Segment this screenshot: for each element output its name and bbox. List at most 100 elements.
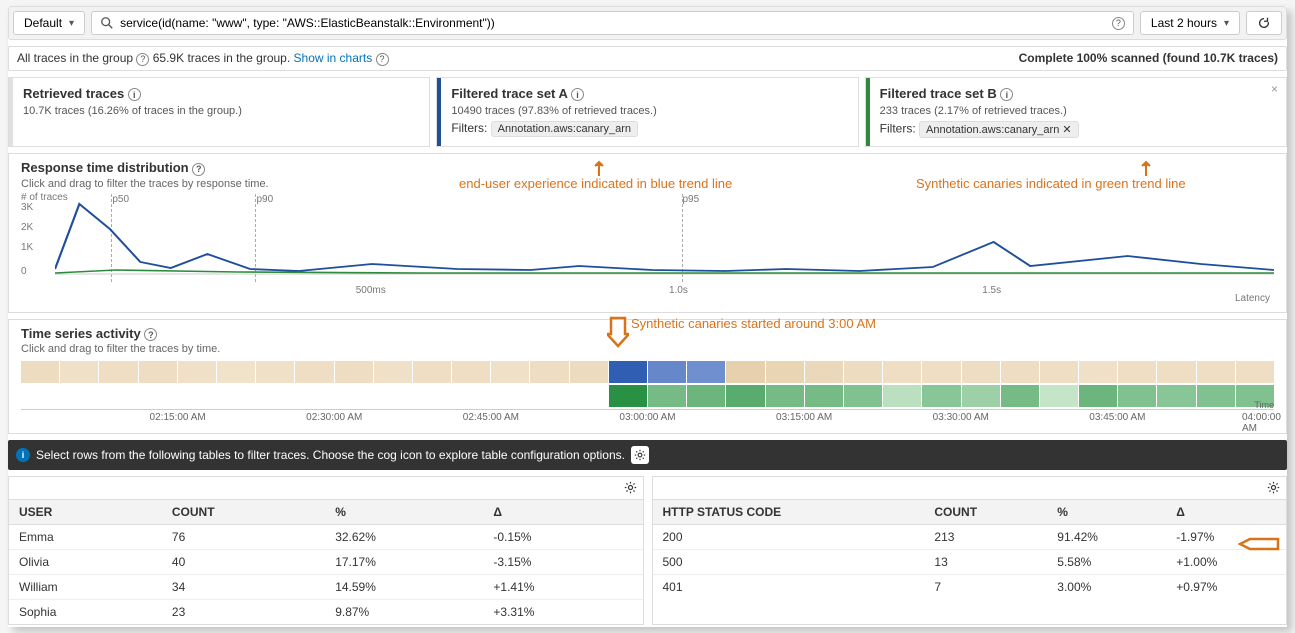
gear-icon[interactable]: [1267, 481, 1280, 497]
card-sub: 10.7K traces (16.26% of traces in the gr…: [23, 105, 419, 117]
col-delta[interactable]: Δ: [483, 500, 642, 525]
table-row[interactable]: Emma7632.62%-0.15%: [9, 525, 643, 550]
query-input[interactable]: [120, 16, 1106, 30]
heatmap-cell: [726, 385, 764, 407]
heatmap-cell: [335, 361, 373, 383]
col-count[interactable]: COUNT: [924, 500, 1047, 525]
panel-hint: Click and drag to filter the traces by r…: [21, 178, 1274, 190]
heatmap-cell: [1001, 385, 1039, 407]
info-icon[interactable]: i: [571, 88, 584, 101]
heatmap-cell: [1079, 361, 1117, 383]
heatmap-cell: [726, 361, 764, 383]
col-count[interactable]: COUNT: [162, 500, 325, 525]
query-box[interactable]: ?: [91, 11, 1134, 35]
card-retrieved[interactable]: Retrieved traces i 10.7K traces (16.26% …: [8, 77, 430, 148]
table-row[interactable]: 500135.58%+1.00%: [653, 550, 1287, 575]
time-range-dropdown[interactable]: Last 2 hours: [1140, 11, 1240, 35]
gear-icon[interactable]: [624, 481, 637, 497]
col-pct[interactable]: %: [325, 500, 483, 525]
heatmap-cell: [1197, 385, 1235, 407]
help-icon[interactable]: ?: [376, 53, 389, 66]
summary-strip: All traces in the group ? 65.9K traces i…: [8, 46, 1287, 71]
heatmap-cell: [1157, 385, 1195, 407]
user-table[interactable]: USER COUNT % Δ Emma7632.62%-0.15%Olivia4…: [9, 499, 643, 624]
heatmap-cell: [295, 361, 333, 383]
heatmap-cell: [256, 385, 294, 407]
info-icon[interactable]: i: [1000, 88, 1013, 101]
refresh-button[interactable]: [1246, 11, 1282, 35]
card-set-b[interactable]: × Filtered trace set B i 233 traces (2.1…: [865, 77, 1287, 148]
scope-dropdown[interactable]: Default: [13, 11, 85, 35]
heatmap-cell: [413, 361, 451, 383]
heatmap-cell: [1118, 385, 1156, 407]
col-pct[interactable]: %: [1047, 500, 1166, 525]
distribution-chart[interactable]: # of traces 3K 2K 1K 0 p50 p90 p95 500ms…: [21, 194, 1274, 304]
time-series-panel: Time series activity ? Click and drag to…: [8, 319, 1287, 435]
filters-label: Filters:: [880, 122, 916, 136]
remove-chip-icon[interactable]: ✕: [1062, 123, 1071, 136]
time-series-heatmap[interactable]: 02:15:00 AM 02:30:00 AM 02:45:00 AM 03:0…: [21, 361, 1274, 425]
ts-row-set-a: [21, 361, 1274, 383]
card-set-a[interactable]: Filtered trace set A i 10490 traces (97.…: [436, 77, 858, 148]
heatmap-cell: [609, 385, 647, 407]
heatmap-cell: [99, 385, 137, 407]
heatmap-cell: [60, 361, 98, 383]
scan-status: Complete 100% scanned (found 10.7K trace…: [1019, 51, 1278, 65]
heatmap-cell: [374, 385, 412, 407]
table-info-bar: i Select rows from the following tables …: [8, 440, 1287, 470]
table-row[interactable]: 40173.00%+0.97%: [653, 575, 1287, 600]
heatmap-cell: [491, 361, 529, 383]
heatmap-cell: [962, 385, 1000, 407]
heatmap-cell: [530, 361, 568, 383]
heatmap-cell: [883, 385, 921, 407]
heatmap-cell: [256, 361, 294, 383]
heatmap-cell: [139, 361, 177, 383]
col-code[interactable]: HTTP STATUS CODE: [653, 500, 925, 525]
heatmap-cell: [922, 361, 960, 383]
heatmap-cell: [374, 361, 412, 383]
card-title: Filtered trace set B: [880, 86, 997, 101]
ts-row-set-b: [21, 385, 1274, 407]
heatmap-cell: [570, 385, 608, 407]
card-accent: [437, 78, 441, 147]
help-icon[interactable]: ?: [144, 328, 157, 341]
status-table[interactable]: HTTP STATUS CODE COUNT % Δ 20021391.42%-…: [653, 499, 1287, 599]
filter-chip[interactable]: Annotation.aws:canary_arn: [491, 121, 638, 137]
scope-label: Default: [24, 16, 62, 30]
heatmap-cell: [883, 361, 921, 383]
heatmap-cell: [962, 361, 1000, 383]
heatmap-cell: [178, 361, 216, 383]
heatmap-cell: [687, 385, 725, 407]
card-accent: [9, 78, 13, 147]
info-icon[interactable]: i: [128, 88, 141, 101]
table-row[interactable]: Sophia239.87%+3.31%: [9, 600, 643, 625]
table-row[interactable]: William3414.59%+1.41%: [9, 575, 643, 600]
card-accent: [866, 78, 870, 147]
col-delta[interactable]: Δ: [1166, 500, 1286, 525]
card-sub: 10490 traces (97.83% of retrieved traces…: [451, 105, 847, 117]
heatmap-cell: [1197, 361, 1235, 383]
heatmap-cell: [21, 385, 59, 407]
distribution-svg: [55, 194, 1274, 284]
heatmap-cell: [922, 385, 960, 407]
heatmap-cell: [1079, 385, 1117, 407]
gear-icon[interactable]: [631, 446, 649, 464]
trace-set-cards: Retrieved traces i 10.7K traces (16.26% …: [8, 77, 1287, 148]
help-icon[interactable]: ?: [136, 53, 149, 66]
ts-axis: 02:15:00 AM 02:30:00 AM 02:45:00 AM 03:0…: [21, 409, 1274, 425]
heatmap-cell: [1118, 361, 1156, 383]
close-icon[interactable]: ×: [1271, 82, 1278, 96]
card-title: Retrieved traces: [23, 86, 124, 101]
table-row[interactable]: Olivia4017.17%-3.15%: [9, 550, 643, 575]
help-icon[interactable]: ?: [1112, 17, 1125, 30]
heatmap-cell: [805, 361, 843, 383]
heatmap-cell: [844, 361, 882, 383]
help-icon[interactable]: ?: [192, 163, 205, 176]
show-in-charts-link[interactable]: Show in charts: [294, 51, 373, 65]
col-user[interactable]: USER: [9, 500, 162, 525]
table-row[interactable]: 20021391.42%-1.97%: [653, 525, 1287, 550]
filter-chip[interactable]: Annotation.aws:canary_arn ✕: [919, 121, 1079, 138]
heatmap-cell: [99, 361, 137, 383]
heatmap-cell: [1040, 361, 1078, 383]
heatmap-cell: [609, 361, 647, 383]
